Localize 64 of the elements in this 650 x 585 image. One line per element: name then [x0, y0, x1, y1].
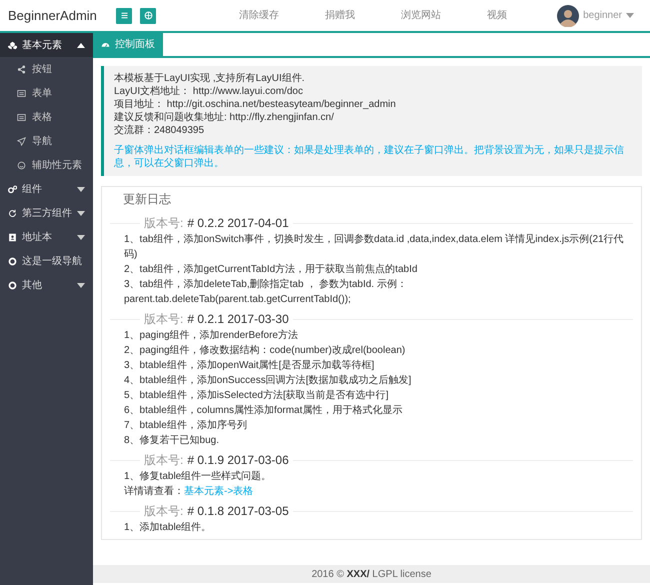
- share-icon: [17, 64, 26, 74]
- version-label: 版本号:: [144, 311, 184, 327]
- sidebar-item[interactable]: 基本元素: [0, 33, 93, 57]
- form-icon: [17, 112, 26, 122]
- header-link[interactable]: 浏览网站: [401, 8, 442, 23]
- avatar: [557, 4, 580, 26]
- version-title: # 0.2.1 2017-03-30: [187, 311, 289, 327]
- globe-button[interactable]: [140, 8, 156, 24]
- version-label: 版本号:: [144, 503, 184, 519]
- notice-text: 交流群：248049395: [114, 124, 206, 137]
- sidebar-item[interactable]: 组件: [0, 177, 93, 201]
- notice-text: 本模板基于LayUI实现 ,支持所有LayUI组件.: [114, 72, 306, 85]
- sidebar-subitem[interactable]: 辅助性元素: [0, 153, 93, 177]
- header-link[interactable]: 视频: [487, 8, 508, 23]
- footer-text: 2016 © XXX/ LGPL license: [312, 568, 432, 582]
- caret-icon: [626, 13, 634, 18]
- notice-text: LayUI文档地址： http://www.layui.com/doc: [114, 85, 304, 98]
- header-link[interactable]: 捐赠我: [325, 8, 356, 23]
- gears-icon: [8, 184, 17, 194]
- globe-icon: [144, 11, 152, 20]
- sidebar-item[interactable]: 第三方组件: [0, 201, 93, 225]
- version-title: # 0.2.2 2017-04-01: [187, 215, 289, 231]
- footer-link[interactable]: XXX/: [346, 568, 370, 580]
- changelog-item: 1、tab组件，添加onSwitch事件，切换时发生，回调参数data.id ,data,index,data.elem 详情见index.js示例(21行代码): [123, 232, 625, 262]
- changelog-item: 3、tab组件，添加deleteTab,删除指定tab ， 参数为tabId. 示例：parent.tab.deleteTab(parent.tab.getCurrentTabId());: [123, 278, 408, 307]
- circle-icon: [8, 280, 17, 290]
- address-book-icon: [8, 232, 17, 242]
- changelog-item: 详情请查看：基本元素->表格: [123, 484, 254, 499]
- cubes-icon: [8, 40, 17, 50]
- changelog-item: 8、修复若干已知bug.: [123, 434, 220, 448]
- form-icon: [17, 88, 26, 98]
- sidebar-subitem[interactable]: 表单: [0, 81, 93, 105]
- version-label: 版本号:: [144, 215, 184, 231]
- changelog-item: 1、修复table组件一些样式问题。: [123, 470, 272, 484]
- sidebar-item[interactable]: 这是一级导航: [0, 249, 93, 273]
- tip-text: 子窗体弹出对话框编辑表单的一些建议：如果是处理表单的，建议在子窗口弹出。把背景设置为无，如果只是提示信息，可以在父窗口弹出。: [114, 144, 625, 170]
- changelog-item: 6、btable组件，columns属性添加format属性，用于格式化显示: [123, 404, 404, 418]
- header-link[interactable]: 清除缓存: [239, 8, 280, 23]
- changelog-item: 1、添加table组件。: [123, 520, 212, 535]
- sidebar-subitem[interactable]: 导航: [0, 129, 93, 153]
- sidebar-subitem[interactable]: 按钮: [0, 57, 93, 81]
- smiley-icon: [17, 160, 26, 170]
- refresh-icon: [8, 208, 17, 218]
- sidebar-subitem[interactable]: 表格: [0, 105, 93, 129]
- circle-icon: [8, 256, 17, 266]
- menu-icon: [120, 11, 128, 20]
- version-title: # 0.1.9 2017-03-06: [187, 452, 289, 468]
- notice-text: 建议反馈和问题收集地址: http://fly.zhengjinfan.cn/: [114, 111, 335, 124]
- dashboard-icon: [101, 40, 110, 49]
- changelog-item: 2、tab组件，添加getCurrentTabId方法，用于获取当前焦点的tabId: [123, 262, 418, 277]
- menu-button[interactable]: [116, 8, 132, 24]
- version-label: 版本号:: [144, 452, 184, 468]
- changelog-item: 4、btable组件，添加onSuccess回调方法[数据加载成功之后触发]: [123, 374, 412, 388]
- changelog-item: 2、paging组件，修改数据结构：code(number)改成rel(boolean): [123, 344, 406, 358]
- notice-text: 项目地址： http://git.oschina.net/besteasyteam/beginner_admin: [114, 98, 397, 111]
- sidebar-item[interactable]: 其他: [0, 273, 93, 297]
- sidebar-item[interactable]: 地址本: [0, 225, 93, 249]
- changelog-item: 1、paging组件，添加renderBefore方法: [123, 328, 299, 343]
- changelog-item: 7、btable组件，添加序号列: [123, 418, 248, 433]
- paper-plane-icon: [17, 136, 26, 146]
- version-title: # 0.1.8 2017-03-05: [187, 503, 289, 519]
- changelog-item: 3、btable组件，添加openWait属性[是否显示加载等待框]: [123, 358, 376, 373]
- changelog-item: 5、btable组件，添加isSelected方法[获取当前是否有选中行]: [123, 388, 390, 403]
- app-logo: BeginnerAdmin: [7, 6, 98, 25]
